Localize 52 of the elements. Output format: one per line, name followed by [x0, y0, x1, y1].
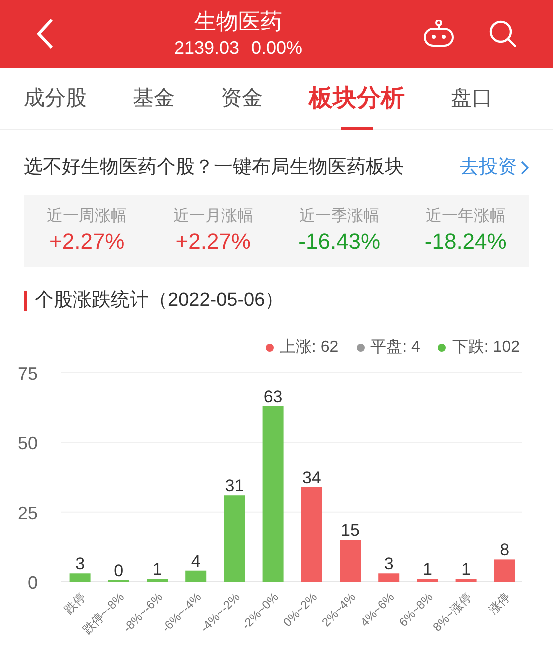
- y-tick-label: 50: [18, 434, 38, 454]
- y-tick-label: 25: [18, 503, 38, 524]
- bar-value: 1: [462, 560, 472, 580]
- bar: [456, 579, 477, 582]
- chevron-right-icon: [521, 161, 529, 176]
- legend-label: 上涨: 62: [280, 338, 339, 358]
- tab[interactable]: 成分股: [24, 68, 87, 130]
- bar-value: 1: [152, 560, 162, 580]
- bar: [186, 570, 207, 582]
- tab[interactable]: 板块分析: [309, 68, 405, 130]
- section-title: 个股涨跌统计（2022-05-06）: [35, 288, 284, 312]
- legend-label: 平盘: 4: [370, 338, 420, 358]
- tab[interactable]: 盘口: [451, 68, 493, 130]
- bar: [70, 574, 91, 582]
- tab[interactable]: 资金: [221, 68, 263, 130]
- stat-label: 近一年涨幅: [426, 206, 506, 226]
- bar: [147, 579, 168, 582]
- stat-label: 近一周涨幅: [47, 206, 128, 226]
- bar-value: 63: [264, 387, 283, 406]
- search-icon[interactable]: [489, 20, 517, 48]
- stat-label: 近一月涨幅: [173, 206, 254, 226]
- promo-text: 选不好生物医药个股？一键布局生物医药板块: [24, 156, 404, 180]
- bar: [494, 560, 516, 582]
- back-icon[interactable]: [36, 18, 54, 50]
- bar-value: 4: [191, 552, 201, 571]
- legend-label: 下跌: 102: [452, 338, 520, 358]
- tab[interactable]: 基金: [133, 68, 175, 130]
- bar-value: 34: [302, 468, 322, 488]
- bar: [417, 579, 438, 582]
- x-tick-label: 涨停: [486, 590, 514, 618]
- index-change: 0.00%: [252, 37, 303, 60]
- robot-icon[interactable]: [423, 20, 455, 48]
- y-tick-label: 75: [18, 364, 38, 384]
- x-tick-label: 跌停: [62, 590, 88, 618]
- stat-value: -18.24%: [424, 228, 507, 256]
- bar-value: 15: [341, 521, 360, 540]
- bar-value: 3: [76, 554, 86, 574]
- bar-value: 0: [114, 562, 124, 580]
- stat-value: +2.27%: [50, 228, 125, 256]
- stat-label: 近一季涨幅: [300, 206, 380, 226]
- bar: [378, 574, 400, 582]
- header-title: 生物医药: [194, 8, 282, 36]
- stat-value: +2.27%: [176, 228, 251, 256]
- bar-value: 1: [422, 560, 432, 580]
- y-tick-label: 0: [28, 573, 38, 593]
- bar-value: 31: [225, 476, 244, 496]
- bar: [340, 540, 361, 582]
- bar-value: 3: [384, 554, 394, 574]
- stat-value: -16.43%: [298, 228, 381, 256]
- index-price: 2139.03: [174, 37, 240, 60]
- section-marker: [24, 290, 27, 311]
- bar-value: 8: [500, 540, 510, 560]
